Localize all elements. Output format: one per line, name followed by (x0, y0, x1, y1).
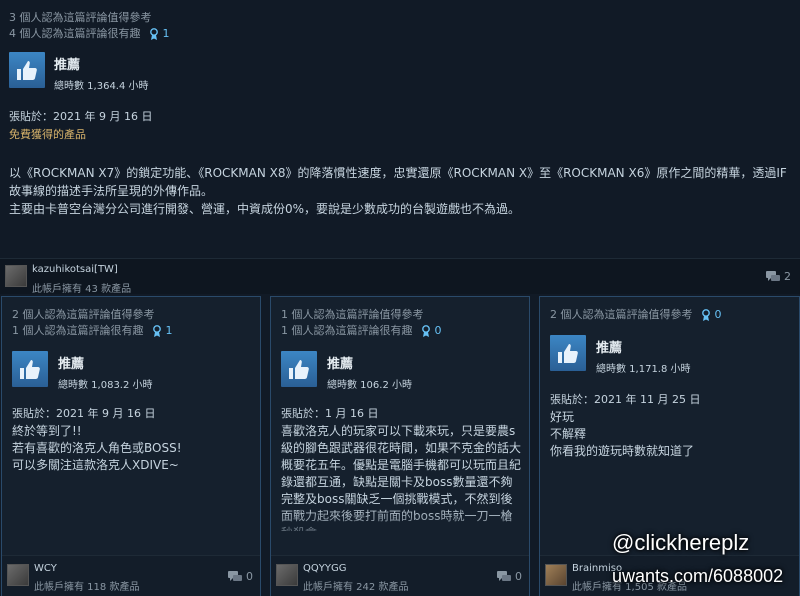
comment-count: 0 (246, 570, 253, 583)
review-card[interactable]: 1 個人認為這篇評論值得參考 1 個人認為這篇評論很有趣 0 推薦 總時數 10… (270, 296, 530, 596)
award-count: 0 (714, 308, 722, 321)
award-badge[interactable]: 1 (149, 26, 170, 42)
award-icon (701, 308, 710, 321)
award-icon (421, 324, 430, 337)
award-count: 0 (434, 324, 442, 337)
comment-icon (497, 570, 511, 581)
review-body: 以《ROCKMAN X7》的鎖定功能、《ROCKMAN X8》的降落慣性速度，忠… (9, 164, 794, 218)
comments-button[interactable]: 2 (766, 270, 791, 283)
funny-row: 4 個人認為這篇評論很有趣 1 (9, 26, 170, 42)
funny-count: 1 個人認為這篇評論很有趣 (12, 324, 144, 337)
comments-button[interactable]: 0 (228, 570, 253, 583)
review-line: 故事線的描述手法所呈現的外傳作品。 (9, 184, 214, 198)
review-card[interactable]: 2 個人認為這篇評論值得參考 1 個人認為這篇評論很有趣 1 推薦 總時數 1,… (1, 296, 261, 596)
funny-count: 4 個人認為這篇評論很有趣 (9, 27, 141, 40)
recommendation-block: 推薦 總時數 1,364.4 小時 (9, 52, 149, 92)
top-review: 3 個人認為這篇評論值得參考 4 個人認為這篇評論很有趣 1 推薦 總時數 1,… (0, 0, 800, 258)
playtime-hours: 總時數 1,171.8 小時 (596, 364, 691, 375)
author-name[interactable]: kazuhikotsai[TW] (32, 264, 118, 275)
card-footer: QQYYGG 此帳戶擁有 242 款產品 0 (271, 555, 529, 596)
funny-count: 1 個人認為這篇評論很有趣 (281, 324, 413, 337)
playtime-hours: 總時數 1,364.4 小時 (54, 81, 149, 92)
avatar[interactable] (545, 564, 567, 586)
review-body: 終於等到了!! 若有喜歡的洛克人角色或BOSS! 可以多關注這款洛克人XDIVE… (12, 424, 182, 472)
card-footer: WCY 此帳戶擁有 118 款產品 0 (2, 555, 260, 596)
helpful-info: 3 個人認為這篇評論值得參考 4 個人認為這篇評論很有趣 1 (9, 10, 170, 42)
thumbs-up-icon (550, 335, 586, 371)
recommendation-label: 推薦 (596, 341, 623, 356)
helpful-row: 2 個人認為這篇評論值得參考 0 (550, 307, 722, 323)
comments-button[interactable]: 0 (497, 570, 522, 583)
helpful-count: 1 個人認為這篇評論值得參考 (281, 308, 424, 321)
watermark-url: uwants.com/6088002 (612, 566, 784, 586)
recommendation-block: 推薦 總時數 1,171.8 小時 (550, 335, 691, 375)
award-count: 1 (165, 324, 173, 337)
comment-icon (766, 270, 780, 281)
text-fade-overlay (271, 507, 529, 547)
posted-date: 張貼於：2021 年 9 月 16 日 (9, 110, 153, 123)
helpful-count: 3 個人認為這篇評論值得參考 (9, 11, 152, 24)
funny-row: 1 個人認為這篇評論很有趣 0 (281, 323, 442, 339)
funny-row: 1 個人認為這篇評論很有趣 1 (12, 323, 173, 339)
award-icon (149, 27, 158, 40)
award-icon (152, 324, 161, 337)
award-badge[interactable]: 0 (421, 323, 442, 339)
avatar[interactable] (7, 564, 29, 586)
products-owned: 此帳戶擁有 43 款產品 (32, 284, 132, 295)
playtime-hours: 總時數 1,083.2 小時 (58, 380, 153, 391)
helpful-count: 2 個人認為這篇評論值得參考 (12, 308, 155, 321)
recommendation-label: 推薦 (58, 357, 85, 372)
recommendation-block: 推薦 總時數 106.2 小時 (281, 351, 412, 391)
comment-icon (228, 570, 242, 581)
comment-count: 2 (784, 270, 791, 283)
playtime-hours: 總時數 106.2 小時 (327, 380, 412, 391)
helpful-info: 2 個人認為這篇評論值得參考 1 個人認為這篇評論很有趣 1 (12, 307, 173, 339)
author-name[interactable]: QQYYGG (303, 563, 346, 574)
award-badge[interactable]: 0 (701, 307, 722, 323)
helpful-info: 2 個人認為這篇評論值得參考 0 (550, 307, 722, 323)
posted-date: 張貼於：1 月 16 日 (281, 407, 379, 420)
products-owned: 此帳戶擁有 118 款產品 (34, 582, 140, 593)
avatar[interactable] (5, 265, 27, 287)
recommendation-label: 推薦 (54, 58, 81, 73)
products-owned: 此帳戶擁有 242 款產品 (303, 582, 409, 593)
helpful-info: 1 個人認為這篇評論值得參考 1 個人認為這篇評論很有趣 0 (281, 307, 442, 339)
watermark-handle: @clickhereplz (612, 530, 750, 555)
recommendation-label: 推薦 (327, 357, 354, 372)
award-badge[interactable]: 1 (152, 323, 173, 339)
review-line: 以《ROCKMAN X7》的鎖定功能、《ROCKMAN X8》的降落慣性速度，忠… (9, 166, 787, 180)
review-body: 好玩 不解釋 你看我的遊玩時數就知道了 (550, 410, 695, 458)
recommendation-block: 推薦 總時數 1,083.2 小時 (12, 351, 153, 391)
thumbs-up-icon (12, 351, 48, 387)
posted-date: 張貼於：2021 年 11 月 25 日 (550, 393, 701, 406)
free-product-label: 免費獲得的產品 (9, 128, 86, 141)
review-line: 主要由卡普空台灣分公司進行開發、營運，中資成份0%，要說是少數成功的台製遊戲也不… (9, 202, 521, 216)
thumbs-up-icon (9, 52, 45, 88)
thumbs-up-icon (281, 351, 317, 387)
comment-count: 0 (515, 570, 522, 583)
top-review-footer: kazuhikotsai[TW] 此帳戶擁有 43 款產品 2 (0, 258, 800, 295)
avatar[interactable] (276, 564, 298, 586)
award-count: 1 (162, 27, 170, 40)
helpful-count: 2 個人認為這篇評論值得參考 (550, 308, 693, 321)
posted-date: 張貼於：2021 年 9 月 16 日 (12, 407, 156, 420)
author-name[interactable]: WCY (34, 563, 57, 574)
